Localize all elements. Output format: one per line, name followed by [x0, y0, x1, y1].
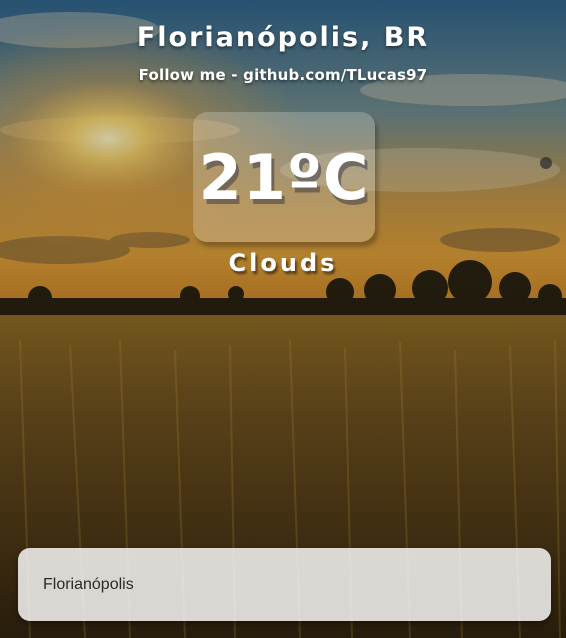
location-title: Florianópolis, BR: [136, 22, 430, 53]
temperature-value: 21ºC: [198, 140, 370, 214]
weather-condition: Clouds: [228, 249, 338, 277]
city-search-input[interactable]: [18, 548, 551, 621]
background-image: [0, 0, 566, 638]
follow-link-text: Follow me - github.com/TLucas97: [138, 66, 428, 84]
search-box: [18, 548, 551, 621]
temperature-card: 21ºC: [193, 112, 375, 242]
